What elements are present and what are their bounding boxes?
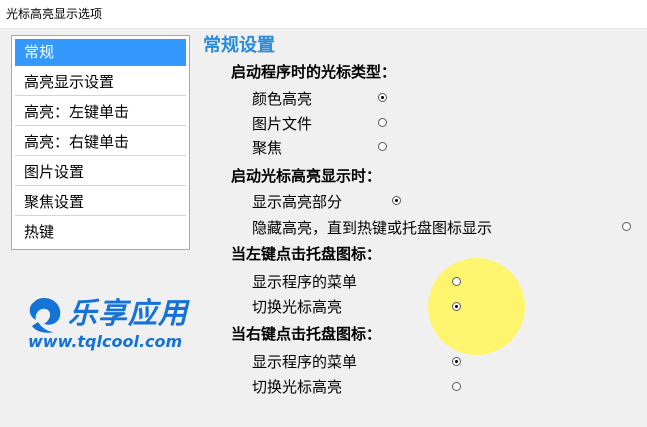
option-image-file-radio[interactable] bbox=[378, 118, 387, 127]
title-bar: 光标高亮显示选项 bbox=[0, 0, 647, 29]
sidebar-item-hotkeys[interactable]: 热键 bbox=[15, 219, 186, 246]
sidebar-item-general[interactable]: 常规 bbox=[15, 39, 186, 66]
option-left-show-menu-label: 显示程序的菜单 bbox=[252, 273, 358, 291]
cursor-highlight-circle bbox=[428, 258, 525, 355]
option-show-highlight-label: 显示高亮部分 bbox=[252, 193, 343, 211]
option-right-show-menu-radio[interactable] bbox=[452, 357, 461, 366]
option-hide-highlight-radio[interactable] bbox=[622, 222, 631, 231]
option-hide-highlight-label: 隐藏高亮，直到热键或托盘图标显示 bbox=[252, 219, 493, 237]
group-title-on-enable: 启动光标高亮显示时： bbox=[231, 167, 382, 185]
sidebar-item-right-click[interactable]: 高亮：右键单击 bbox=[15, 129, 186, 156]
option-right-toggle-label: 切换光标高亮 bbox=[252, 378, 343, 396]
option-left-toggle-label: 切换光标高亮 bbox=[252, 298, 343, 316]
option-right-toggle-radio[interactable] bbox=[452, 382, 461, 391]
logo-url: www.tqlcool.com bbox=[28, 332, 183, 351]
group-title-startup-cursor: 启动程序时的光标类型： bbox=[231, 63, 397, 81]
sidebar-nav: 常规 高亮显示设置 高亮：左键单击 高亮：右键单击 图片设置 聚焦设置 热键 bbox=[11, 35, 190, 250]
window-title: 光标高亮显示选项 bbox=[6, 7, 103, 21]
option-left-show-menu-radio[interactable] bbox=[452, 277, 461, 286]
logo-icon bbox=[29, 298, 61, 333]
sidebar-item-spotlight-settings[interactable]: 聚焦设置 bbox=[15, 189, 186, 216]
group-title-right-click-tray: 当右键点击托盘图标： bbox=[231, 325, 382, 343]
option-show-highlight-radio[interactable] bbox=[392, 196, 401, 205]
logo-name: 乐享应用 bbox=[68, 296, 189, 330]
option-spotlight-label: 聚焦 bbox=[252, 139, 283, 157]
page-title: 常规设置 bbox=[203, 35, 275, 56]
option-color-highlight-radio[interactable] bbox=[378, 93, 387, 102]
sidebar-item-highlight-settings[interactable]: 高亮显示设置 bbox=[15, 69, 186, 96]
sidebar-item-image-settings[interactable]: 图片设置 bbox=[15, 159, 186, 186]
group-title-left-click-tray: 当左键点击托盘图标： bbox=[231, 245, 382, 263]
option-left-toggle-radio[interactable] bbox=[452, 302, 461, 311]
watermark-logo: 乐享应用 www.tqlcool.com bbox=[22, 296, 212, 356]
option-right-show-menu-label: 显示程序的菜单 bbox=[252, 353, 358, 371]
option-color-highlight-label: 颜色高亮 bbox=[252, 90, 313, 108]
sidebar-item-left-click[interactable]: 高亮：左键单击 bbox=[15, 99, 186, 126]
option-image-file-label: 图片文件 bbox=[252, 115, 313, 133]
option-spotlight-radio[interactable] bbox=[378, 142, 387, 151]
